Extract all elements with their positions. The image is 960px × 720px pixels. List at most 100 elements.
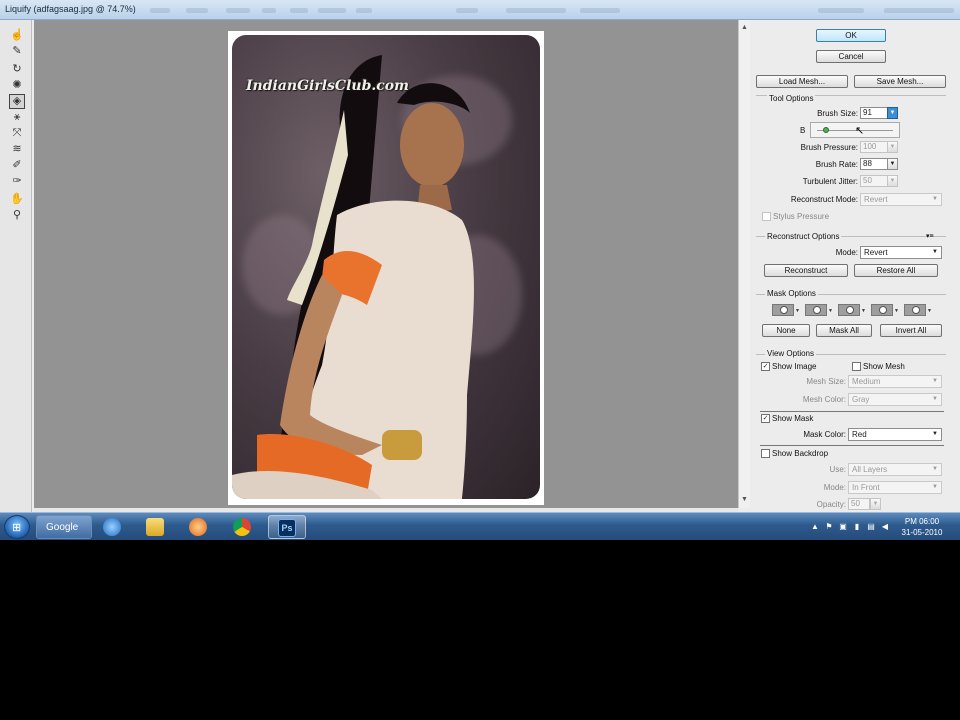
freeze-mask-tool-icon[interactable]: ✐ bbox=[9, 158, 25, 173]
reconstruct-mode-select[interactable]: Revert ▼ bbox=[860, 193, 942, 206]
ghost-menu-item bbox=[290, 8, 308, 13]
hand-tool-icon[interactable]: ✋ bbox=[9, 192, 25, 207]
taskbar-photoshop[interactable]: Ps bbox=[268, 515, 306, 539]
mesh-color-select[interactable]: Gray ▼ bbox=[848, 393, 942, 406]
chevron-down-icon: ▼ bbox=[932, 466, 938, 472]
battery-icon[interactable]: ▮ bbox=[852, 522, 862, 532]
title-bar[interactable]: Liquify (adfagsaag.jpg @ 74.7%) bbox=[0, 0, 960, 20]
reconstruct-tool-icon[interactable]: ✎ bbox=[9, 44, 25, 59]
pucker-tool-icon[interactable]: ✺ bbox=[9, 78, 25, 93]
invert-selection-mask-icon[interactable] bbox=[904, 304, 926, 316]
brush-size-input[interactable]: 91 bbox=[860, 107, 888, 119]
brush-rate-input[interactable]: 88 bbox=[860, 158, 888, 170]
ghost-menu-item bbox=[226, 8, 250, 13]
backdrop-use-select[interactable]: All Layers ▼ bbox=[848, 463, 942, 476]
chevron-down-icon[interactable]: ▼ bbox=[828, 308, 833, 314]
mask-color-label: Mask Color: bbox=[803, 430, 846, 439]
taskbar-media-player[interactable] bbox=[180, 515, 218, 539]
mesh-size-select[interactable]: Medium ▼ bbox=[848, 375, 942, 388]
intersect-mask-icon[interactable] bbox=[871, 304, 893, 316]
slider-thumb[interactable] bbox=[823, 127, 829, 133]
chevron-down-icon[interactable]: ▼ bbox=[927, 308, 932, 314]
taskbar-internet-explorer[interactable] bbox=[94, 515, 132, 539]
mask-none-button[interactable]: None bbox=[762, 324, 810, 337]
zoom-tool-icon[interactable]: ⚲ bbox=[9, 208, 25, 223]
internet-explorer-icon bbox=[103, 518, 121, 536]
brush-size-dropdown-icon[interactable]: ▼ bbox=[887, 107, 898, 119]
brush-rate-dropdown-icon[interactable]: ▼ bbox=[887, 158, 898, 170]
brush-pressure-label: Brush Pressure: bbox=[800, 143, 858, 152]
turbulent-jitter-dropdown-icon[interactable]: ▼ bbox=[887, 175, 898, 187]
volume-icon[interactable]: ◀ bbox=[880, 522, 890, 532]
forward-warp-tool-icon[interactable]: ☝ bbox=[9, 28, 25, 43]
preview-canvas[interactable]: IndianGirlsClub.com bbox=[34, 20, 738, 508]
taskbar-chrome[interactable] bbox=[224, 515, 262, 539]
scroll-down-arrow-icon[interactable]: ▼ bbox=[741, 496, 748, 503]
cancel-button[interactable]: Cancel bbox=[816, 50, 886, 63]
backdrop-mode-label: Mode: bbox=[823, 483, 846, 492]
panel-menu-icon[interactable]: ▾≡ bbox=[926, 232, 934, 240]
brush-pressure-input[interactable]: 100 bbox=[860, 141, 888, 153]
show-backdrop-checkbox[interactable] bbox=[761, 449, 770, 458]
turbulent-jitter-input[interactable]: 50 bbox=[860, 175, 888, 187]
backdrop-use-value: All Layers bbox=[852, 465, 888, 474]
chrome-icon bbox=[233, 518, 251, 536]
thaw-mask-tool-icon[interactable]: ✑ bbox=[9, 174, 25, 189]
replace-selection-mask-icon[interactable] bbox=[772, 304, 794, 316]
ghost-menu-item bbox=[186, 8, 208, 13]
save-mesh-button[interactable]: Save Mesh... bbox=[854, 75, 946, 88]
liquify-window: Liquify (adfagsaag.jpg @ 74.7%) ☝ ✎ ↻ ✺ … bbox=[0, 0, 960, 512]
notification-icon[interactable]: ▣ bbox=[838, 522, 848, 532]
action-center-icon[interactable]: ⚑ bbox=[824, 522, 834, 532]
ok-button[interactable]: OK bbox=[816, 29, 886, 42]
clock-time[interactable]: PM 06:00 bbox=[898, 517, 946, 526]
media-player-icon bbox=[189, 518, 207, 536]
show-hidden-icons-icon[interactable]: ▲ bbox=[810, 522, 820, 532]
show-mesh-checkbox[interactable] bbox=[852, 362, 861, 371]
twirl-clockwise-tool-icon[interactable]: ↻ bbox=[9, 62, 25, 77]
bloat-tool-icon[interactable]: ◈ bbox=[9, 94, 25, 109]
chevron-down-icon: ▼ bbox=[932, 196, 938, 202]
show-image-checkbox[interactable]: ✓ bbox=[761, 362, 770, 371]
mirror-tool-icon[interactable]: ⤧ bbox=[9, 126, 25, 141]
stylus-pressure-label: Stylus Pressure bbox=[773, 212, 830, 221]
liquify-toolbox: ☝ ✎ ↻ ✺ ◈ ⚹ ⤧ ≋ ✐ ✑ ✋ ⚲ bbox=[0, 20, 32, 512]
push-left-tool-icon[interactable]: ⚹ bbox=[9, 110, 25, 125]
backdrop-opacity-dropdown-icon[interactable]: ▼ bbox=[870, 498, 881, 510]
invert-all-button[interactable]: Invert All bbox=[880, 324, 942, 337]
add-to-mask-icon[interactable] bbox=[805, 304, 827, 316]
show-image-label: Show Image bbox=[772, 362, 817, 371]
chevron-down-icon[interactable]: ▼ bbox=[894, 308, 899, 314]
ghost-menu-item bbox=[150, 8, 170, 13]
ghost-menu-item bbox=[506, 8, 566, 13]
mask-color-select[interactable]: Red ▼ bbox=[848, 428, 942, 441]
reconstruct-mode-value: Revert bbox=[864, 195, 888, 204]
backdrop-opacity-input[interactable]: 50 bbox=[848, 498, 870, 510]
preview-photo[interactable]: IndianGirlsClub.com bbox=[228, 31, 544, 505]
chevron-down-icon[interactable]: ▼ bbox=[861, 308, 866, 314]
vertical-scrollbar[interactable]: ▲ ▼ bbox=[738, 20, 750, 508]
ghost-menu-item bbox=[262, 8, 276, 13]
turbulence-tool-icon[interactable]: ≋ bbox=[9, 142, 25, 157]
clock-date[interactable]: 31-05-2010 bbox=[898, 528, 946, 537]
stylus-pressure-checkbox[interactable] bbox=[762, 212, 771, 221]
divider bbox=[760, 411, 944, 412]
options-panel: OK Cancel Load Mesh... Save Mesh... Tool… bbox=[750, 20, 960, 512]
reconstruct-button[interactable]: Reconstruct bbox=[764, 264, 848, 277]
restore-all-button[interactable]: Restore All bbox=[854, 264, 938, 277]
subtract-from-mask-icon[interactable] bbox=[838, 304, 860, 316]
start-button[interactable]: ⊞ bbox=[4, 515, 30, 539]
load-mesh-button[interactable]: Load Mesh... bbox=[756, 75, 848, 88]
window-title: Liquify (adfagsaag.jpg @ 74.7%) bbox=[5, 4, 136, 14]
network-icon[interactable]: ▤ bbox=[866, 522, 876, 532]
scroll-up-arrow-icon[interactable]: ▲ bbox=[741, 24, 748, 31]
mask-all-button[interactable]: Mask All bbox=[816, 324, 872, 337]
divider bbox=[760, 445, 944, 446]
chevron-down-icon[interactable]: ▼ bbox=[795, 308, 800, 314]
backdrop-mode-select[interactable]: In Front ▼ bbox=[848, 481, 942, 494]
taskbar-explorer[interactable] bbox=[137, 515, 175, 539]
brush-pressure-dropdown-icon[interactable]: ▼ bbox=[887, 141, 898, 153]
reconstruct-options-mode-select[interactable]: Revert ▼ bbox=[860, 246, 942, 259]
google-toolbar[interactable]: Google bbox=[36, 515, 92, 539]
show-mask-checkbox[interactable]: ✓ bbox=[761, 414, 770, 423]
